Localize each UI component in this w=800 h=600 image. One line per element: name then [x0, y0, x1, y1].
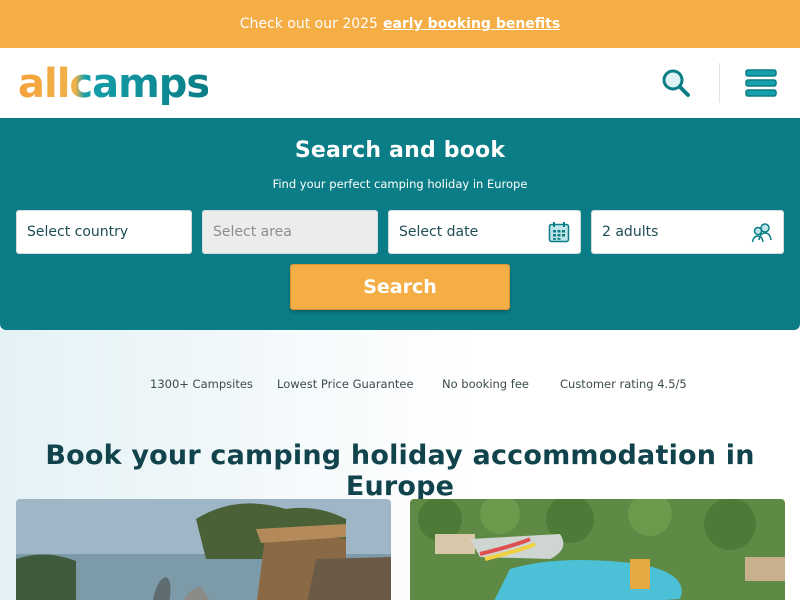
allcamps-logo-mark: allcamps [18, 61, 208, 105]
date-select[interactable]: Select date [388, 210, 581, 254]
allcamps-logo[interactable]: allcamps [18, 61, 208, 105]
svg-text:allcamps: allcamps [18, 61, 208, 105]
hamburger-menu-icon[interactable] [740, 62, 782, 104]
campsite-card-image[interactable] [410, 499, 785, 600]
usp-item: Customer rating 4.5/5 [560, 377, 687, 391]
promo-text: Check out our 2025 [239, 16, 378, 32]
search-icon[interactable] [655, 62, 697, 104]
main-content: 1300+ Campsites Lowest Price Guarantee N… [0, 330, 800, 600]
guests-select-label: 2 adults [602, 224, 659, 240]
page-heading: Book your camping holiday accommodation … [45, 440, 755, 502]
usp-item: 1300+ Campsites [150, 377, 253, 391]
search-subtitle: Find your perfect camping holiday in Eur… [272, 177, 528, 191]
guests-select[interactable]: 2 adults [591, 210, 784, 254]
calendar-icon [548, 221, 570, 243]
early-booking-link[interactable]: early booking benefits [383, 16, 560, 32]
guests-icon [751, 221, 773, 243]
header-divider [719, 63, 720, 103]
area-select-label: Select area [213, 224, 292, 240]
date-select-label: Select date [399, 224, 479, 240]
usp-item: Lowest Price Guarantee [277, 377, 414, 391]
country-select-label: Select country [27, 224, 129, 240]
promo-bar: Check out our 2025 early booking benefit… [0, 0, 800, 48]
country-select[interactable]: Select country [16, 210, 192, 254]
search-button[interactable]: Search [290, 264, 510, 310]
campsite-card-image[interactable] [16, 499, 391, 600]
area-select[interactable]: Select area [202, 210, 378, 254]
search-title: Search and book [294, 138, 506, 163]
usp-item: No booking fee [442, 377, 529, 391]
site-header: allcamps [0, 48, 800, 118]
search-panel: Search and book Find your perfect campin… [0, 118, 800, 330]
